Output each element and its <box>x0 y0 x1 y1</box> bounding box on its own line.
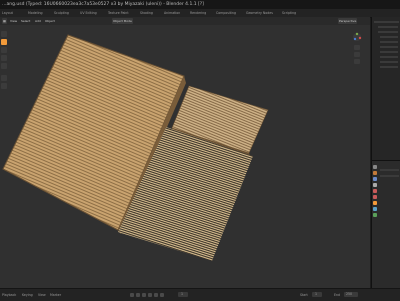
end-frame-field[interactable]: 250 <box>344 292 358 297</box>
view-perspective-button[interactable]: Perspective <box>338 18 358 24</box>
annotate-icon[interactable] <box>1 75 7 81</box>
jump-end-icon[interactable] <box>160 293 164 297</box>
tab-layout[interactable]: Layout <box>2 9 13 17</box>
outliner-row[interactable] <box>380 61 398 63</box>
outliner-row[interactable] <box>380 36 398 38</box>
tab-geometry-nodes[interactable]: Geometry Nodes <box>246 9 273 17</box>
move-icon[interactable] <box>1 39 7 45</box>
properties-panel[interactable] <box>371 160 400 289</box>
editor-type-button[interactable]: ▦ <box>2 18 7 24</box>
outliner-row[interactable] <box>374 21 399 23</box>
tab-uv-editing[interactable]: UV Editing <box>80 9 97 17</box>
view-layer-icon[interactable] <box>373 183 377 187</box>
menu-object[interactable]: Object <box>44 18 56 24</box>
scene-props-icon[interactable] <box>373 189 377 193</box>
start-label: Start <box>300 293 308 297</box>
data-props-icon[interactable] <box>373 213 377 217</box>
viewport-canvas[interactable] <box>0 25 370 288</box>
transform-icon[interactable] <box>1 63 7 69</box>
timeline-bar: Playback Keying View Marker 1 Start 1 En… <box>0 288 400 301</box>
3d-viewport[interactable] <box>0 25 370 288</box>
outliner-panel[interactable] <box>371 17 400 160</box>
tab-shading[interactable]: Shading <box>140 9 153 17</box>
measure-icon[interactable] <box>1 83 7 89</box>
output-props-icon[interactable] <box>373 177 377 181</box>
jump-start-icon[interactable] <box>130 293 134 297</box>
navigation-gizmo-icon[interactable] <box>353 32 362 64</box>
tab-texture-paint[interactable]: Texture Paint <box>108 9 129 17</box>
menu-select[interactable]: Select <box>20 18 31 24</box>
modifier-props-icon[interactable] <box>373 207 377 211</box>
menu-add[interactable]: Add <box>34 18 42 24</box>
outliner-row[interactable] <box>380 46 398 48</box>
current-frame-field[interactable]: 1 <box>178 292 188 297</box>
next-key-icon[interactable] <box>154 293 158 297</box>
start-frame-value: 1 <box>315 292 318 296</box>
cursor-icon[interactable] <box>1 31 7 37</box>
rotate-icon[interactable] <box>1 47 7 53</box>
current-frame-value: 1 <box>181 292 184 296</box>
menu-view[interactable]: View <box>9 18 18 24</box>
play-reverse-icon[interactable] <box>142 293 146 297</box>
tab-scripting[interactable]: Scripting <box>282 9 296 17</box>
end-frame-value: 250 <box>346 292 353 296</box>
title-bar: …ang.usd (Typed: 16U0660023ea3c7a53e0527… <box>0 0 400 9</box>
play-icon[interactable] <box>148 293 152 297</box>
tab-animation[interactable]: Animation <box>164 9 180 17</box>
tool-shelf <box>1 31 7 191</box>
outliner-row[interactable] <box>380 66 398 68</box>
property-field[interactable] <box>380 169 399 171</box>
tab-rendering[interactable]: Rendering <box>190 9 206 17</box>
prev-key-icon[interactable] <box>136 293 140 297</box>
property-field[interactable] <box>380 175 399 177</box>
tab-modeling[interactable]: Modeling <box>28 9 43 17</box>
viewport-header: ▦ View Select Add Object Object Mode Per… <box>0 17 370 25</box>
keying-menu[interactable]: Keying <box>22 291 33 299</box>
window-title: …ang.usd (Typed: 16U0660023ea3c7a53e0527… <box>2 2 204 7</box>
marker-menu[interactable]: Marker <box>50 291 61 299</box>
start-frame-field[interactable]: 1 <box>312 292 322 297</box>
object-props-icon[interactable] <box>373 201 377 205</box>
tab-sculpting[interactable]: Sculpting <box>54 9 69 17</box>
end-label: End <box>334 293 341 297</box>
render-props-icon[interactable] <box>373 171 377 175</box>
playback-menu[interactable]: Playback <box>2 291 16 299</box>
tab-compositing[interactable]: Compositing <box>216 9 236 17</box>
mode-selector[interactable]: Object Mode <box>112 18 133 24</box>
outliner-row[interactable] <box>380 56 398 58</box>
tool-props-icon[interactable] <box>373 165 377 169</box>
outliner-row[interactable] <box>380 51 398 53</box>
outliner-row[interactable] <box>378 26 398 28</box>
outliner-row[interactable] <box>380 41 398 43</box>
view-menu[interactable]: View <box>38 291 46 299</box>
outliner-row[interactable] <box>378 31 398 33</box>
scale-icon[interactable] <box>1 55 7 61</box>
world-props-icon[interactable] <box>373 195 377 199</box>
